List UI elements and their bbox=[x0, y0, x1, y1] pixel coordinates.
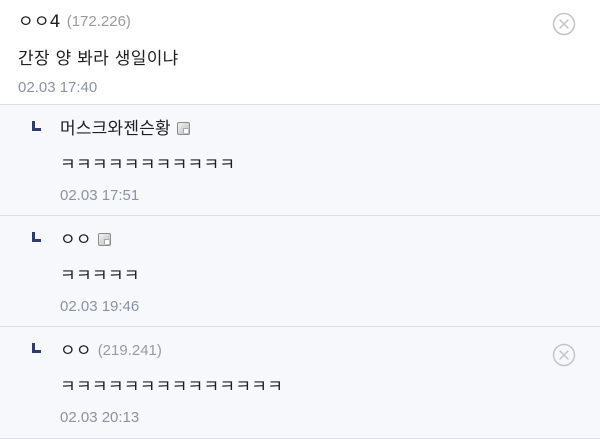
reply-author-line: ㅇㅇ bbox=[60, 228, 600, 252]
reply-timestamp: 02.03 19:46 bbox=[60, 298, 140, 315]
reply-text: ㅋㅋㅋㅋㅋㅋㅋㅋㅋㅋㅋㅋㅋㅋ bbox=[60, 377, 284, 397]
reply-timestamp: 02.03 20:13 bbox=[60, 409, 140, 426]
delete-circle-x-icon bbox=[552, 343, 576, 367]
delete-button[interactable] bbox=[552, 12, 576, 36]
comment-content: ㅇㅇ4 (172.226) 간장 양 봐라 생일이냐 02.03 17:40 bbox=[18, 10, 600, 96]
gallog-icon[interactable] bbox=[97, 232, 111, 246]
reply-content: 머스크와젠슨황 ㅋㅋㅋㅋㅋㅋㅋㅋㅋㅋㅋ 02.03 17:51 bbox=[32, 117, 600, 204]
comment-list: ㅇㅇ4 (172.226) 간장 양 봐라 생일이냐 02.03 17:40 머… bbox=[0, 0, 600, 439]
reply-nickname[interactable]: 머스크와젠슨황 bbox=[60, 117, 171, 141]
reply-ip: (219.241) bbox=[97, 342, 162, 359]
reply-author-line: 머스크와젠슨황 bbox=[60, 117, 600, 141]
comment-timestamp: 02.03 17:40 bbox=[18, 79, 98, 96]
reply-item: ㅇㅇ ㅋㅋㅋㅋㅋ 02.03 19:46 bbox=[0, 216, 600, 327]
reply-content: ㅇㅇ (219.241) ㅋㅋㅋㅋㅋㅋㅋㅋㅋㅋㅋㅋㅋㅋ 02.03 20:13 bbox=[32, 339, 600, 426]
reply-timestamp: 02.03 17:51 bbox=[60, 187, 140, 204]
delete-button[interactable] bbox=[552, 343, 576, 367]
reply-item: 머스크와젠슨황 ㅋㅋㅋㅋㅋㅋㅋㅋㅋㅋㅋ 02.03 17:51 bbox=[0, 105, 600, 216]
reply-text: ㅋㅋㅋㅋㅋ bbox=[60, 266, 140, 286]
comment-nickname[interactable]: ㅇㅇ4 bbox=[18, 10, 61, 34]
comment-author-line: ㅇㅇ4 (172.226) bbox=[18, 10, 600, 34]
reply-item: ㅇㅇ (219.241) ㅋㅋㅋㅋㅋㅋㅋㅋㅋㅋㅋㅋㅋㅋ 02.03 20:13 bbox=[0, 327, 600, 439]
comment-ip: (172.226) bbox=[66, 13, 131, 30]
reply-nickname[interactable]: ㅇㅇ bbox=[60, 339, 92, 363]
reply-author-line: ㅇㅇ (219.241) bbox=[60, 339, 600, 363]
reply-nickname[interactable]: ㅇㅇ bbox=[60, 228, 92, 252]
reply-content: ㅇㅇ ㅋㅋㅋㅋㅋ 02.03 19:46 bbox=[32, 228, 600, 315]
delete-circle-x-icon bbox=[552, 12, 576, 36]
comment-item: ㅇㅇ4 (172.226) 간장 양 봐라 생일이냐 02.03 17:40 bbox=[0, 0, 600, 105]
reply-text: ㅋㅋㅋㅋㅋㅋㅋㅋㅋㅋㅋ bbox=[60, 155, 236, 175]
gallog-icon[interactable] bbox=[176, 121, 190, 135]
comment-text: 간장 양 봐라 생일이냐 bbox=[18, 49, 179, 69]
